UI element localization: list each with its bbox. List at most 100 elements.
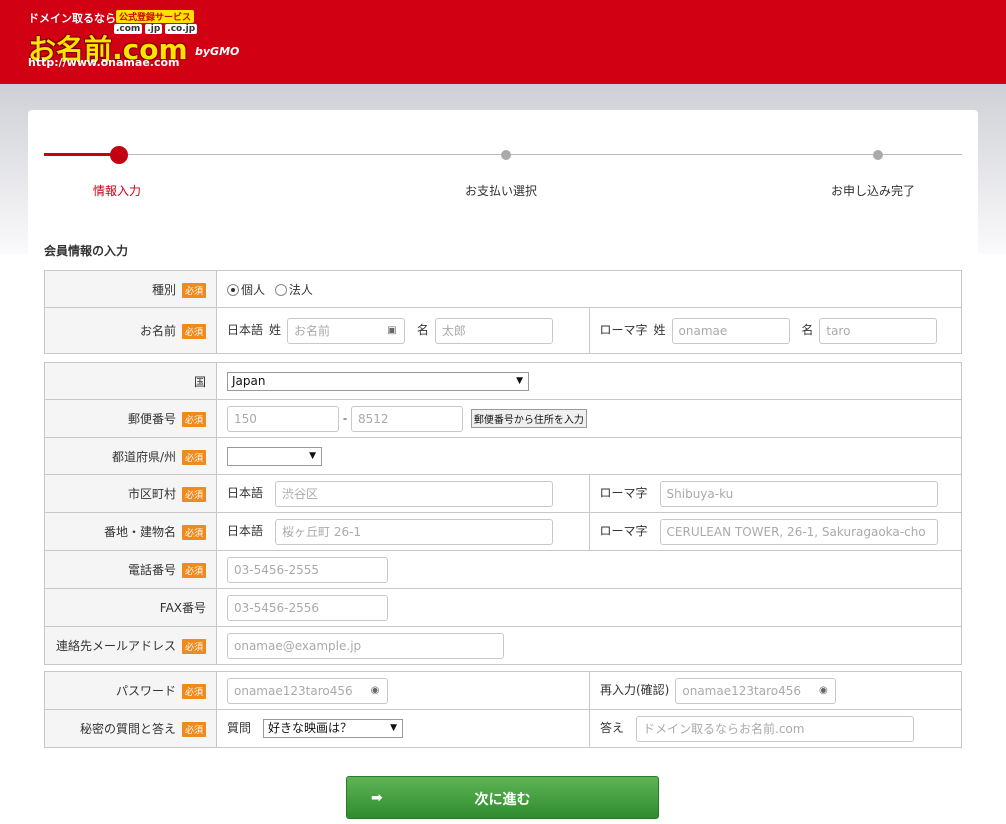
required-badge: 必須 (181, 449, 206, 465)
step-dot (873, 150, 883, 160)
radio-individual[interactable]: 個人 (227, 283, 265, 297)
chevron-down-icon: ▼ (309, 450, 316, 461)
fax-label: FAX番号 (44, 588, 217, 627)
required-badge: 必須 (181, 722, 206, 737)
city-ja-cell: 日本語 渋谷区 (216, 474, 590, 513)
radio-corporate[interactable]: 法人 (274, 283, 313, 297)
step-label-payment: お支払い選択 (465, 184, 538, 198)
logo-url: http://www.onamae.com (28, 56, 180, 69)
radio-icon (274, 284, 287, 296)
name-label: お名前 必須 (44, 307, 217, 354)
postal-separator: - (342, 411, 348, 425)
postal-label: 郵便番号 必須 (44, 399, 217, 438)
key-icon: ◉ (370, 684, 380, 696)
country-cell: Japan ▼ (216, 362, 962, 400)
chevron-down-icon: ▼ (390, 723, 398, 733)
secret-question-cell: 質問 好きな映画は？ ▼ (216, 709, 590, 748)
step-label-info: 情報入力 (93, 184, 142, 198)
last-name-input[interactable]: お名前 ▣ (287, 317, 406, 344)
ja-label: 日本語 (227, 524, 264, 538)
phone-cell: 03-5456-2555 (216, 550, 962, 589)
prefecture-select[interactable]: ▼ (227, 446, 322, 466)
section-title: 会員情報の入力 (44, 244, 129, 258)
street-input[interactable]: 桜ヶ丘町 26-1 (275, 518, 554, 545)
street-roma-cell: ローマ字 CERULEAN TOWER, 26-1, Sakuragaoka-ch… (588, 512, 962, 551)
street-label: 番地・建物名 必須 (44, 512, 217, 551)
postal-code-1-input[interactable]: 150 (227, 405, 339, 432)
first-name-input[interactable]: 太郎 (434, 317, 553, 344)
roma-label: ローマ字 (599, 486, 648, 500)
postal-lookup-button[interactable]: 郵便番号から住所を入力 (470, 409, 587, 428)
mei-label: 名 (416, 323, 429, 337)
progress-steps: 情報入力 お支払い選択 お申し込み完了 (44, 146, 962, 206)
prefecture-label: 都道府県/州 必須 (44, 437, 217, 475)
roma-label: ローマ字 (599, 524, 648, 538)
email-label: 連絡先メールアドレス 必須 (44, 626, 217, 665)
postal-code-2-input[interactable]: 8512 (351, 405, 463, 432)
logo-by-gmo: byGMO (195, 45, 240, 58)
street-roma-input[interactable]: CERULEAN TOWER, 26-1, Sakuragaoka-cho (659, 518, 938, 545)
postal-cell: 150 - 8512 郵便番号から住所を入力 (216, 399, 962, 438)
city-input[interactable]: 渋谷区 (275, 480, 554, 507)
name-roma-cell: ローマ字姓 onamae 名 taro (588, 307, 962, 354)
member-type-label: 種別 必須 (44, 270, 217, 308)
contact-card-icon: ▣ (387, 324, 397, 336)
member-type-cell: 個人 法人 (216, 270, 962, 308)
city-roma-input[interactable]: Shibuya-ku (659, 480, 938, 507)
required-badge: 必須 (181, 324, 206, 339)
password-confirm-cell: 再入力(確認) onamae123taro456 ◉ (589, 671, 962, 710)
secret-answer-cell: 答え ドメイン取るならお名前.com (589, 709, 962, 748)
address-table: 国 Japan ▼ 郵便番号 必須 150 - 8512 郵便番号から住所を入力 都… (44, 362, 962, 665)
roma-last-name-input[interactable]: onamae (671, 317, 790, 344)
prefecture-cell: ▼ (216, 437, 962, 475)
roma-label: ローマ字 (599, 323, 648, 337)
next-button[interactable]: ➡ 次に進む (346, 776, 659, 819)
required-badge: 必須 (181, 487, 206, 502)
radio-icon (227, 284, 239, 296)
step-dot-current (110, 146, 128, 164)
ja-label: 日本語 (227, 323, 264, 337)
email-cell: onamae@example.jp (216, 626, 962, 665)
required-badge: 必須 (181, 563, 206, 578)
city-roma-cell: ローマ字 Shibuya-ku (588, 474, 962, 513)
phone-input[interactable]: 03-5456-2555 (227, 556, 388, 583)
secret-answer-input[interactable]: ドメイン取るならお名前.com (636, 715, 915, 742)
chevron-down-icon: ▼ (516, 375, 523, 386)
street-ja-cell: 日本語 桜ヶ丘町 26-1 (216, 512, 590, 551)
required-badge: 必須 (181, 684, 206, 699)
password-label: パスワード 必須 (44, 671, 217, 710)
onamae-logo[interactable]: ドメイン取るなら 公式登録サービス .com .jp .co.jp お名前.com … (28, 10, 253, 70)
mei-label: 名 (801, 323, 814, 337)
step-line-progress (44, 153, 116, 156)
question-label: 質問 (227, 721, 252, 735)
fax-input[interactable]: 03-5456-2556 (227, 594, 388, 621)
security-table: パスワード 必須 onamae123taro456 ◉ 再入力(確認) onamae1… (44, 671, 962, 748)
required-badge: 必須 (181, 525, 206, 540)
secret-question-select[interactable]: 好きな映画は？ ▼ (263, 719, 404, 738)
password-cell: onamae123taro456 ◉ (216, 671, 590, 710)
roma-first-name-input[interactable]: taro (819, 317, 938, 344)
country-select[interactable]: Japan ▼ (227, 371, 529, 391)
site-header: ドメイン取るなら 公式登録サービス .com .jp .co.jp お名前.com … (0, 0, 1006, 84)
step-label-complete: お申し込み完了 (831, 184, 916, 198)
required-badge: 必須 (181, 639, 206, 654)
name-ja-cell: 日本語姓お名前 ▣ 名太郎 (216, 307, 590, 354)
fax-cell: 03-5456-2556 (216, 588, 962, 627)
phone-label: 電話番号 必須 (44, 550, 217, 589)
required-badge: 必須 (181, 412, 206, 427)
member-basic-table: 種別 必須 個人 法人 お名前 必須 日本語姓お名前 ▣ 名太郎 ローマ字姓 onama… (44, 270, 962, 354)
secret-label: 秘密の質問と答え 必須 (44, 709, 217, 748)
sei-label: 姓 (269, 323, 282, 337)
email-input[interactable]: onamae@example.jp (227, 632, 504, 659)
key-icon: ◉ (819, 684, 828, 696)
password-confirm-input[interactable]: onamae123taro456 ◉ (675, 677, 837, 704)
country-label: 国 (44, 362, 217, 400)
logo-tagline: ドメイン取るなら (28, 12, 116, 25)
password-input[interactable]: onamae123taro456 ◉ (227, 677, 388, 704)
logo-badge: 公式登録サービス (116, 10, 195, 23)
next-button-label: 次に進む (474, 792, 531, 808)
ja-label: 日本語 (227, 486, 264, 500)
password-confirm-label: 再入力(確認) (600, 683, 670, 697)
step-dot (501, 150, 511, 160)
sei-label: 姓 (653, 323, 666, 337)
